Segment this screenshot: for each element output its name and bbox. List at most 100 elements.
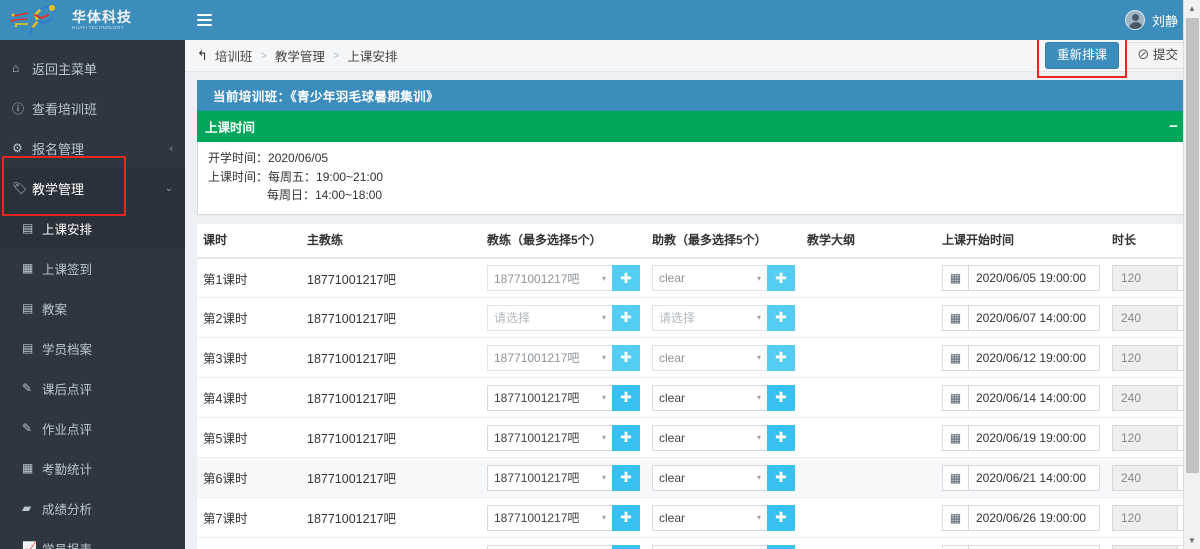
scroll-down-icon[interactable]: ▼ [1184, 532, 1200, 549]
start-time-input[interactable]: 2020/06/05 19:00:00 [968, 265, 1100, 292]
sidebar-item-2[interactable]: ⚙ 报名管理 ‹ [0, 128, 185, 168]
start-time-input[interactable]: 2020/06/12 19:00:00 [968, 344, 1100, 371]
outline-cell[interactable] [801, 457, 936, 498]
duration-input[interactable]: 120 [1112, 265, 1177, 292]
collapse-minus-icon[interactable]: − [1169, 119, 1178, 134]
outline-cell[interactable] [801, 497, 936, 538]
sidebar-item-0[interactable]: ⌂ 返回主菜单 [0, 48, 185, 88]
start-time-input[interactable]: 2020/06/07 14:00:00 [968, 304, 1100, 331]
calendar-icon[interactable]: ▦ [942, 424, 968, 451]
outline-cell[interactable] [801, 537, 936, 549]
duration-input[interactable]: 120 [1112, 504, 1177, 531]
scroll-up-icon[interactable]: ▲ [1184, 0, 1200, 17]
sidebar-item-4[interactable]: ▤ 上课安排 [0, 208, 185, 248]
sidebar-item-12[interactable]: 📈 学员报表 [0, 528, 185, 549]
duration-input[interactable]: 240 [1112, 304, 1177, 331]
add-coach-button[interactable]: ✚ [612, 464, 640, 491]
calendar-icon[interactable]: ▦ [942, 384, 968, 411]
add-assistant-button[interactable]: ✚ [767, 344, 795, 371]
start-time-input[interactable]: 2020/06/26 19:00:00 [968, 504, 1100, 531]
sidebar-item-7[interactable]: ▤ 学员档案 [0, 328, 185, 368]
logo[interactable]: 华体科技 HUATI TECHNOLOGY [0, 0, 185, 40]
calendar-icon[interactable]: ▦ [942, 504, 968, 531]
calendar-icon[interactable]: ▦ [942, 464, 968, 491]
assistant-select[interactable]: clear▾ [652, 265, 767, 292]
start-time-input[interactable]: 2020/06/28 14:00:00 [968, 544, 1100, 549]
session-cell: 第8课时 [197, 537, 301, 549]
assistant-select[interactable]: clear▾ [652, 384, 767, 411]
coach-select[interactable]: 18771001217吧▾ [487, 544, 612, 549]
main-coach-cell: 18771001217吧 [301, 457, 481, 498]
calendar-icon[interactable]: ▦ [942, 344, 968, 371]
sidebar-item-6[interactable]: ▤ 教案 [0, 288, 185, 328]
content-area: ↰ 培训班 > 教学管理 > 上课安排 重新排课 ⊘ 提交 当前培训班：《青少年… [185, 40, 1200, 549]
start-time-input[interactable]: 2020/06/21 14:00:00 [968, 464, 1100, 491]
back-arrow-icon[interactable]: ↰ [197, 48, 208, 64]
coach-select[interactable]: 请选择 ▾ [487, 304, 612, 331]
assistant-cell: clear▾✚ [646, 537, 801, 549]
add-coach-button[interactable]: ✚ [612, 424, 640, 451]
sidebar-item-5[interactable]: ▦ 上课签到 [0, 248, 185, 288]
sidebar-item-icon: ▤ [22, 221, 34, 235]
outline-cell[interactable] [801, 377, 936, 418]
class-time-line-2: 每周日：14:00~18:00 [267, 188, 383, 203]
start-time-input[interactable]: 2020/06/14 14:00:00 [968, 384, 1100, 411]
coach-select[interactable]: 18771001217吧▾ [487, 265, 612, 292]
outline-cell[interactable] [801, 337, 936, 378]
assistant-select[interactable]: 请选择 ▾ [652, 304, 767, 331]
sidebar-item-9[interactable]: ✎ 作业点评 [0, 408, 185, 448]
add-assistant-button[interactable]: ✚ [767, 304, 795, 331]
add-coach-button[interactable]: ✚ [612, 304, 640, 331]
outline-cell[interactable] [801, 297, 936, 338]
coach-select[interactable]: 18771001217吧▾ [487, 344, 612, 371]
sidebar-item-icon: 🏷 [12, 181, 28, 195]
duration-input[interactable]: 240 [1112, 384, 1177, 411]
outline-cell[interactable] [801, 257, 936, 298]
sidebar-item-11[interactable]: ▰ 成绩分析 [0, 488, 185, 528]
add-assistant-button[interactable]: ✚ [767, 384, 795, 411]
add-coach-button[interactable]: ✚ [612, 504, 640, 531]
duration-input[interactable]: 120 [1112, 424, 1177, 451]
add-assistant-button[interactable]: ✚ [767, 464, 795, 491]
breadcrumb-middle[interactable]: 教学管理 [275, 46, 325, 65]
duration-input[interactable]: 120 [1112, 344, 1177, 371]
add-coach-button[interactable]: ✚ [612, 265, 640, 292]
duration-input[interactable]: 240 [1112, 464, 1177, 491]
assistant-select[interactable]: clear▾ [652, 544, 767, 549]
add-assistant-button[interactable]: ✚ [767, 424, 795, 451]
coach-select[interactable]: 18771001217吧▾ [487, 384, 612, 411]
duration-input[interactable]: 240 [1112, 544, 1177, 549]
schedule-table: 课时 主教练 教练（最多选择5个） 助教（最多选择5个） 教学大纲 上课开始时间 时长 第1… [197, 223, 1200, 549]
start-time-input[interactable]: 2020/06/19 19:00:00 [968, 424, 1100, 451]
sidebar-item-1[interactable]: ⓘ 查看培训班 [0, 88, 185, 128]
assistant-select[interactable]: clear▾ [652, 344, 767, 371]
calendar-icon[interactable]: ▦ [942, 544, 968, 549]
calendar-icon[interactable]: ▦ [942, 304, 968, 331]
reschedule-button[interactable]: 重新排课 [1044, 41, 1119, 70]
add-assistant-button[interactable]: ✚ [767, 265, 795, 292]
user-menu[interactable]: 刘静 [1124, 10, 1178, 30]
menu-toggle-icon[interactable] [197, 11, 212, 29]
coach-select[interactable]: 18771001217吧▾ [487, 504, 612, 531]
scrollbar-thumb[interactable] [1186, 18, 1199, 473]
coach-select[interactable]: 18771001217吧▾ [487, 464, 612, 491]
sidebar-item-8[interactable]: ✎ 课后点评 [0, 368, 185, 408]
add-coach-button[interactable]: ✚ [612, 384, 640, 411]
table-row: 第2课时 18771001217吧 请选择 ▾ ✚ 请选择 ▾ ✚ ▦ 2020/06/07 14… [197, 297, 1200, 338]
breadcrumb-root[interactable]: 培训班 [215, 46, 253, 65]
page-scrollbar[interactable]: ▲ ▼ [1183, 0, 1200, 549]
add-assistant-button[interactable]: ✚ [767, 504, 795, 531]
assistant-select[interactable]: clear▾ [652, 504, 767, 531]
sidebar-item-10[interactable]: ▦ 考勤统计 [0, 448, 185, 488]
calendar-icon[interactable]: ▦ [942, 265, 968, 292]
assistant-select[interactable]: clear▾ [652, 424, 767, 451]
sidebar-item-3[interactable]: 🏷 教学管理 ⌄ [0, 168, 185, 208]
add-coach-button[interactable]: ✚ [612, 344, 640, 371]
panels: 当前培训班：《青少年羽毛球暑期集训》 上课时间 − 开学时间：2020/06/0… [185, 72, 1200, 215]
outline-cell[interactable] [801, 417, 936, 458]
submit-button[interactable]: ⊘ 提交 [1124, 41, 1190, 70]
coach-select[interactable]: 18771001217吧▾ [487, 424, 612, 451]
assistant-select[interactable]: clear▾ [652, 464, 767, 491]
add-coach-button[interactable]: ✚ [612, 544, 640, 549]
add-assistant-button[interactable]: ✚ [767, 544, 795, 549]
